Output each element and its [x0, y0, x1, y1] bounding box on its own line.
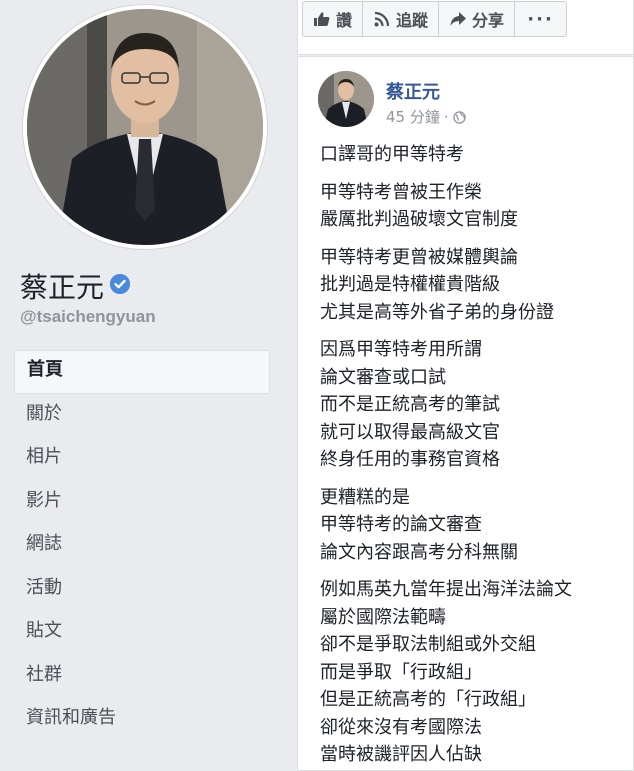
page-name-text: 蔡正元	[20, 271, 105, 304]
left-column: 蔡正元 @tsaichengyuan 首頁 關於 相片 影片 網誌 活動 貼文 …	[0, 0, 285, 771]
profile-photo	[27, 9, 263, 245]
post-meta: 45 分鐘 ·	[386, 106, 466, 127]
follow-button-label: 追蹤	[396, 11, 429, 30]
nav-item-notes[interactable]: 網誌	[14, 524, 270, 568]
page-name: 蔡正元	[20, 266, 131, 306]
nav-item-info-and-ads[interactable]: 資訊和廣告	[14, 698, 270, 742]
post-line: 甲等特考更曾被媒體輿論	[320, 246, 518, 268]
post-line: 甲等特考的論文審查	[320, 514, 482, 535]
page-action-bar: 讚 追蹤 分享 ···	[297, 0, 634, 55]
post-line: 例如馬英九當年提出海洋法論文	[320, 579, 572, 600]
post-line: 終身任用的事務官資格	[320, 449, 500, 470]
thumbs-up-icon	[313, 10, 331, 28]
share-button-label: 分享	[472, 11, 505, 30]
rss-follow-icon	[373, 10, 391, 28]
nav-item-events[interactable]: 活動	[14, 568, 270, 612]
post-line: 而是爭取「行政組」	[320, 661, 482, 683]
post-line: 因爲甲等特考用所謂	[320, 339, 482, 360]
page-nav: 首頁 關於 相片 影片 網誌 活動 貼文 社群 資訊和廣告	[14, 350, 270, 742]
post-line: 更糟糕的是	[320, 486, 410, 508]
meta-separator: ·	[443, 107, 449, 126]
post-paragraph: 甲等特考曾被王作榮 嚴厲批判過破壞文官制度	[320, 179, 630, 234]
post-author-avatar[interactable]	[318, 71, 374, 127]
post-paragraph: 更糟糕的是 甲等特考的論文審查 論文內容跟高考分科無關	[320, 484, 630, 567]
post-line: 論文內容跟高考分科無關	[320, 541, 518, 563]
post-card: 蔡正元 45 分鐘 · 口譯哥的甲等特考 甲等特考曾被王作榮 嚴厲批判過破壞文官…	[297, 56, 634, 771]
post-line: 但是正統高考的「行政組」	[320, 689, 536, 710]
verified-badge-icon	[110, 274, 131, 294]
profile-picture[interactable]	[23, 5, 267, 249]
nav-item-home[interactable]: 首頁	[14, 350, 270, 394]
post-line: 當時被譏評因人佔缺	[320, 744, 482, 765]
post-line: 嚴厲批判過破壞文官制度	[320, 209, 518, 230]
post-line: 卻不是爭取法制組或外交組	[320, 634, 536, 655]
nav-item-community[interactable]: 社群	[14, 655, 270, 699]
post-timestamp[interactable]: 45 分鐘	[386, 106, 440, 127]
post-line: 屬於國際法範疇	[320, 606, 446, 628]
post-body: 口譯哥的甲等特考 甲等特考曾被王作榮 嚴厲批判過破壞文官制度 甲等特考更曾被媒體…	[320, 141, 630, 771]
post-author-name[interactable]: 蔡正元	[386, 78, 440, 104]
post-line: 論文審查或口試	[320, 366, 446, 388]
post-line: 口譯哥的甲等特考	[320, 144, 464, 165]
post-paragraph: 因爲甲等特考用所謂 論文審查或口試 而不是正統高考的筆試 就可以取得最高級文官 …	[320, 336, 630, 474]
globe-public-icon[interactable]	[452, 110, 466, 124]
page-handle[interactable]: @tsaichengyuan	[20, 307, 156, 327]
nav-item-posts[interactable]: 貼文	[14, 611, 270, 655]
post-line: 卻從來沒有考國際法	[320, 716, 482, 738]
post-paragraph: 例如馬英九當年提出海洋法論文 屬於國際法範疇 卻不是爭取法制組或外交組 而是爭取…	[320, 576, 630, 769]
share-arrow-icon	[449, 10, 467, 28]
nav-item-videos[interactable]: 影片	[14, 481, 270, 525]
nav-item-photos[interactable]: 相片	[14, 437, 270, 481]
more-options-button[interactable]: ···	[515, 1, 568, 37]
action-buttons: 讚 追蹤 分享 ···	[302, 1, 568, 37]
nav-item-about[interactable]: 關於	[14, 394, 270, 438]
post-paragraph: 口譯哥的甲等特考	[320, 141, 630, 169]
like-button[interactable]: 讚	[302, 1, 364, 37]
share-button[interactable]: 分享	[439, 1, 516, 37]
post-line: 批判過是特權權貴階級	[320, 274, 500, 295]
like-button-label: 讚	[336, 11, 353, 30]
post-line: 就可以取得最高級文官	[320, 421, 500, 443]
post-line: 而不是正統高考的筆試	[320, 394, 500, 415]
post-paragraph: 甲等特考更曾被媒體輿論 批判過是特權權貴階級 尤其是高等外省子弟的身份證	[320, 244, 630, 327]
post-line: 甲等特考曾被王作榮	[320, 181, 482, 203]
follow-button[interactable]: 追蹤	[363, 1, 440, 37]
post-line: 尤其是高等外省子弟的身份證	[320, 301, 554, 323]
